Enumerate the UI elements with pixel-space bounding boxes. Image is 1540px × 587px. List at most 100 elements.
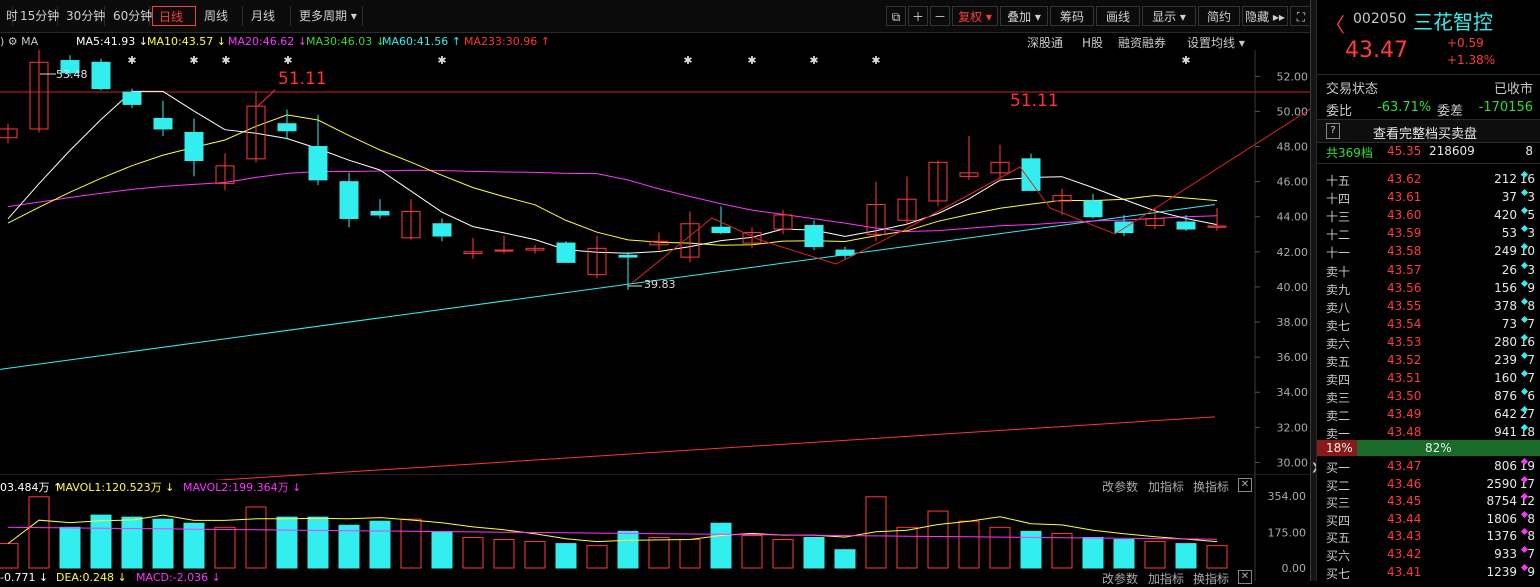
toolbar-button-0[interactable]: 复权 ▾ — [952, 6, 998, 26]
toolbar-button-6[interactable]: 隐藏 ▸▸ — [1242, 6, 1288, 26]
bid-row[interactable]: 买一 43.47 806 19 — [1317, 457, 1540, 476]
ask-row[interactable]: 卖二 43.49 642 27 — [1317, 406, 1540, 424]
candle-body[interactable] — [184, 131, 204, 162]
event-marker[interactable]: ✱ — [283, 54, 292, 67]
volume-bar[interactable] — [679, 539, 701, 569]
ask-row[interactable]: 十二 43.59 53 3 — [1317, 225, 1540, 243]
event-marker[interactable]: ✱ — [221, 54, 230, 67]
volume-bar[interactable] — [0, 543, 19, 569]
fullscreen-icon[interactable]: ⛶ — [1290, 6, 1312, 26]
tab-7[interactable]: 更多周期 ▾ — [293, 6, 363, 26]
ma-link-0[interactable]: 深股通 — [1027, 34, 1063, 51]
candle-body[interactable] — [1083, 200, 1103, 218]
toolbar-button-5[interactable]: 简约 — [1198, 6, 1240, 26]
candle-body[interactable] — [494, 249, 514, 252]
volume-bar[interactable] — [338, 524, 360, 569]
tab-4[interactable]: 日线 — [152, 6, 196, 26]
full-book-button[interactable]: 查看完整档买卖盘 — [1373, 123, 1477, 142]
volume-bar[interactable] — [1144, 541, 1166, 569]
volume-bar[interactable] — [648, 536, 670, 569]
volume-bar[interactable] — [183, 522, 205, 569]
volume-bar[interactable] — [59, 526, 81, 569]
candle-body[interactable] — [91, 61, 111, 90]
indicator-link-2[interactable]: 换指标 — [1193, 478, 1229, 495]
volume-bar[interactable] — [1082, 536, 1104, 569]
tab-2[interactable]: 30分钟 — [60, 6, 105, 26]
tab-5[interactable]: 周线 — [198, 6, 243, 26]
event-marker[interactable]: ✱ — [683, 54, 692, 67]
event-marker[interactable]: ✱ — [871, 54, 880, 67]
candle-body[interactable] — [277, 123, 297, 132]
volume-bar[interactable] — [834, 549, 856, 569]
event-marker[interactable]: ✱ — [437, 54, 446, 67]
menu-icon[interactable]: 〈 — [1325, 9, 1345, 38]
volume-bar[interactable] — [245, 506, 267, 569]
ask-row[interactable]: 十一 43.58 249 10 — [1317, 243, 1540, 261]
candle-body[interactable] — [556, 242, 576, 263]
volume-bar[interactable] — [214, 526, 236, 569]
bid-row[interactable]: 买七 43.41 1239 9 — [1317, 563, 1540, 582]
candle-body[interactable] — [370, 210, 390, 216]
tab-0[interactable]: 时 — [0, 6, 18, 26]
event-marker[interactable]: ✱ — [189, 54, 198, 67]
bid-row[interactable]: 买六 43.42 933 7 — [1317, 545, 1540, 564]
ask-row[interactable]: 十三 43.60 420 5 — [1317, 207, 1540, 225]
volume-bar[interactable] — [90, 514, 112, 569]
minus-icon[interactable]: － — [930, 6, 950, 26]
ask-row[interactable]: 卖十 43.57 26 3 — [1317, 261, 1540, 280]
plus-icon[interactable]: ＋ — [908, 6, 928, 26]
event-marker[interactable]: ✱ — [747, 54, 756, 67]
drawn-trend-line[interactable] — [631, 107, 1313, 284]
candle-body[interactable] — [308, 146, 328, 181]
volume-bar[interactable] — [524, 541, 546, 569]
indicator-link-0[interactable]: 改参数 — [1102, 478, 1138, 495]
ask-row[interactable]: 十五 43.62 212 16 — [1317, 170, 1540, 189]
help-icon[interactable]: ? — [1326, 123, 1340, 139]
volume-bar[interactable] — [276, 516, 298, 569]
ask-row[interactable]: 卖三 43.50 876 6 — [1317, 388, 1540, 406]
volume-bar[interactable] — [152, 518, 174, 569]
volume-bar[interactable] — [958, 520, 980, 569]
volume-bar[interactable] — [28, 496, 50, 569]
volume-bar[interactable] — [927, 510, 949, 569]
volume-bar[interactable] — [772, 539, 794, 569]
ask-row[interactable]: 卖五 43.52 239 7 — [1317, 351, 1540, 370]
event-marker[interactable]: ✱ — [127, 54, 136, 67]
event-marker[interactable]: ✱ — [1181, 54, 1190, 67]
candle-body[interactable] — [432, 223, 452, 237]
volume-bar[interactable] — [896, 526, 918, 569]
volume-bar[interactable] — [555, 543, 577, 569]
indicator-link-1[interactable]: 加指标 — [1148, 478, 1184, 495]
candlestick-chart[interactable]: 52.00 50.00 48.00 46.00 44.00 42.00 40.00 38.00… — [0, 50, 1316, 480]
close-icon[interactable]: ✕ — [1238, 478, 1252, 492]
bid-row[interactable]: 买二 43.46 2590 17 — [1317, 475, 1540, 494]
ask-row[interactable]: 卖六 43.53 280 16 — [1317, 333, 1540, 352]
volume-bar[interactable] — [1113, 539, 1135, 569]
ma-link-3[interactable]: 设置均线 ▾ — [1187, 34, 1245, 51]
candle-body[interactable] — [122, 91, 142, 105]
volume-bar[interactable] — [989, 526, 1011, 569]
volume-bar[interactable] — [431, 530, 453, 569]
ma-link-1[interactable]: H股 — [1082, 34, 1103, 51]
full-book-row[interactable]: ? 查看完整档买卖盘 — [1317, 119, 1540, 143]
candle-body[interactable] — [153, 117, 173, 130]
volume-bar[interactable] — [865, 496, 887, 569]
indicator-link-2[interactable]: 换指标 — [1193, 570, 1229, 587]
volume-bar[interactable] — [400, 518, 422, 569]
candle-body[interactable] — [835, 249, 855, 256]
toolbar-button-2[interactable]: 筹码 — [1050, 6, 1094, 26]
candle-body[interactable] — [1021, 158, 1041, 191]
candle-body[interactable] — [804, 225, 824, 248]
volume-bar[interactable] — [121, 516, 143, 569]
ma-prefix-gear[interactable]: ) ⚙ MA — [0, 35, 38, 48]
event-marker[interactable]: ✱ — [809, 54, 818, 67]
ask-row[interactable]: 卖八 43.55 378 8 — [1317, 297, 1540, 316]
volume-bar[interactable] — [710, 522, 732, 569]
volume-bar[interactable] — [1175, 543, 1197, 569]
indicator-link-1[interactable]: 加指标 — [1148, 570, 1184, 587]
volume-bar[interactable] — [1051, 532, 1073, 569]
bid-row[interactable]: 买四 43.44 1806 8 — [1317, 510, 1540, 529]
toolbar-button-4[interactable]: 显示 ▾ — [1142, 6, 1196, 26]
volume-bar[interactable] — [586, 545, 608, 569]
copy-icon[interactable]: ⧉ — [886, 6, 906, 26]
